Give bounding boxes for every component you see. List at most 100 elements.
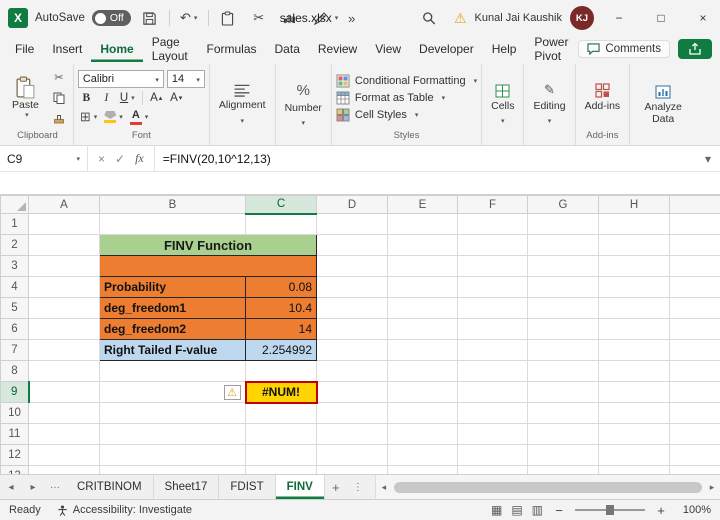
minimize-button[interactable]: − (602, 0, 636, 36)
cell-partial2[interactable] (669, 234, 720, 256)
select-all-corner[interactable] (0, 195, 29, 214)
cell-A8[interactable] (28, 360, 100, 382)
page-break-view-icon[interactable]: ▥ (532, 503, 543, 517)
cell-B13[interactable] (99, 465, 246, 474)
cell-G1[interactable] (527, 213, 599, 235)
sheet-tab-sheet17[interactable]: Sheet17 (154, 475, 220, 499)
col-header-C[interactable]: C (245, 195, 317, 215)
cell-A9[interactable] (28, 381, 100, 403)
cell-partial13[interactable] (669, 465, 720, 474)
cell-H5[interactable] (598, 297, 670, 319)
cell-C6[interactable]: 14 (245, 318, 317, 340)
cell-C12[interactable] (245, 444, 317, 466)
cell-partial8[interactable] (669, 360, 720, 382)
cell-C8[interactable] (245, 360, 317, 382)
row-header-3[interactable]: 3 (0, 255, 29, 277)
cell-E2[interactable] (387, 234, 458, 256)
decrease-font-size-button[interactable]: A (168, 90, 185, 107)
scrollbar-thumb[interactable] (393, 481, 702, 493)
cell-D7[interactable] (316, 339, 388, 361)
fill-color-button[interactable] (102, 109, 125, 126)
cell-E7[interactable] (387, 339, 458, 361)
col-header-A[interactable]: A (28, 195, 100, 214)
document-title[interactable]: sales.xlsx (280, 11, 339, 25)
zoom-slider-thumb[interactable] (606, 505, 614, 515)
cell-G7[interactable] (527, 339, 599, 361)
row-header-12[interactable]: 12 (0, 444, 29, 466)
cell-partial1[interactable] (669, 213, 720, 235)
col-header-F[interactable]: F (457, 195, 528, 214)
cell-G8[interactable] (527, 360, 599, 382)
tab-formulas[interactable]: Formulas (198, 36, 266, 62)
tab-insert[interactable]: Insert (43, 36, 91, 62)
user-name[interactable]: Kunal Jai Kaushik (475, 12, 562, 24)
cell-A4[interactable] (28, 276, 100, 298)
cell-C10[interactable] (245, 402, 317, 424)
user-avatar[interactable]: KJ (570, 6, 594, 30)
zoom-level[interactable]: 100% (677, 504, 711, 516)
tab-file[interactable]: File (6, 36, 43, 62)
cell-H13[interactable] (598, 465, 670, 474)
new-sheet-button[interactable]: + (325, 475, 347, 499)
conditional-formatting-button[interactable]: Conditional Formatting (336, 74, 477, 88)
bold-button[interactable]: B (78, 90, 95, 107)
cell-G2[interactable] (527, 234, 599, 256)
cells-button[interactable]: Cells (486, 84, 519, 126)
paste-button[interactable]: Paste (6, 75, 45, 120)
row-header-5[interactable]: 5 (0, 297, 29, 319)
cell-B9[interactable]: ⚠ (99, 381, 246, 403)
cell-G12[interactable] (527, 444, 599, 466)
cell-partial6[interactable] (669, 318, 720, 340)
sheet-nav-left-icon[interactable]: ◂ (0, 475, 22, 499)
borders-button[interactable]: ⊞ (78, 109, 99, 126)
cell-E5[interactable] (387, 297, 458, 319)
cell-A1[interactable] (28, 213, 100, 235)
cell-A12[interactable] (28, 444, 100, 466)
cell-G13[interactable] (527, 465, 599, 474)
cell-H3[interactable] (598, 255, 670, 277)
cell-E11[interactable] (387, 423, 458, 445)
cell-F13[interactable] (457, 465, 528, 474)
tab-help[interactable]: Help (483, 36, 526, 62)
cell-B5[interactable]: deg_freedom1 (99, 297, 246, 319)
row-header-9[interactable]: 9 (0, 381, 30, 403)
cell-E12[interactable] (387, 444, 458, 466)
cell-G3[interactable] (527, 255, 599, 277)
error-warning-icon[interactable]: ⚠ (223, 384, 241, 400)
zoom-out-button[interactable]: − (552, 503, 566, 518)
scroll-left-icon[interactable]: ◂ (376, 482, 392, 493)
col-header-D[interactable]: D (316, 195, 388, 214)
col-header-G[interactable]: G (527, 195, 599, 214)
cell-C4[interactable]: 0.08 (245, 276, 317, 298)
cell-E10[interactable] (387, 402, 458, 424)
underline-button[interactable]: U (118, 90, 137, 107)
font-color-button[interactable]: A (128, 109, 151, 126)
tab-view[interactable]: View (366, 36, 410, 62)
cell-H1[interactable] (598, 213, 670, 235)
save-icon[interactable] (138, 6, 162, 30)
expand-formula-bar-icon[interactable]: ▾ (696, 146, 720, 171)
sheet-tab-finv[interactable]: FINV (275, 475, 325, 499)
cell-H2[interactable] (598, 234, 670, 256)
row-header-1[interactable]: 1 (0, 213, 29, 235)
row-header-8[interactable]: 8 (0, 360, 29, 382)
cell-A11[interactable] (28, 423, 100, 445)
format-as-table-button[interactable]: Format as Table (336, 91, 477, 105)
cell-partial10[interactable] (669, 402, 720, 424)
name-box[interactable]: C9 (0, 146, 88, 171)
cell-B6[interactable]: deg_freedom2 (99, 318, 246, 340)
cell-E3[interactable] (387, 255, 458, 277)
cell-partial11[interactable] (669, 423, 720, 445)
tab-review[interactable]: Review (309, 36, 366, 62)
cell-D13[interactable] (316, 465, 388, 474)
cell-A10[interactable] (28, 402, 100, 424)
tab-page-layout[interactable]: Page Layout (143, 35, 198, 63)
cell-G6[interactable] (527, 318, 599, 340)
cell-D2[interactable] (316, 234, 388, 256)
cell-E13[interactable] (387, 465, 458, 474)
cell-F2[interactable] (457, 234, 528, 256)
font-name-select[interactable]: Calibri (77, 69, 164, 88)
tab-home[interactable]: Home (91, 36, 142, 62)
cell-C7[interactable]: 2.254992 (245, 339, 317, 361)
cell-E9[interactable] (387, 381, 458, 403)
